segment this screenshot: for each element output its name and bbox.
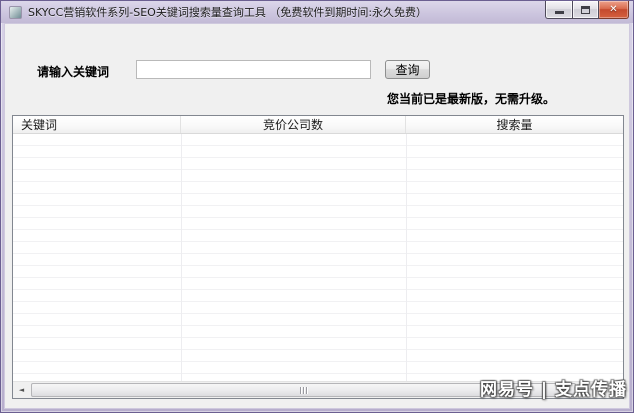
app-window: SKYCC营销软件系列-SEO关键词搜索量查询工具 （免费软件到期时间:永久免费… [0, 0, 634, 413]
column-header-keyword[interactable]: 关键词 [13, 116, 181, 133]
table-body [13, 134, 623, 381]
column-divider [181, 134, 182, 381]
query-button[interactable]: 查询 [385, 60, 430, 79]
window-controls: ✕ [545, 1, 629, 19]
window-title: SKYCC营销软件系列-SEO关键词搜索量查询工具 （免费软件到期时间:永久免费… [28, 6, 428, 19]
client-area: 请输入关键词 查询 您当前已是最新版，无需升级。 关键词 竞价公司数 搜索量 ◄ [4, 23, 630, 409]
watermark: 网易号 | 支点传播 [479, 380, 627, 400]
column-divider [406, 134, 407, 381]
results-table[interactable]: 关键词 竞价公司数 搜索量 ◄ ► [12, 115, 624, 399]
table-header: 关键词 竞价公司数 搜索量 [13, 116, 623, 134]
scrollbar-grip-icon [300, 386, 307, 394]
keyword-label: 请输入关键词 [37, 65, 110, 79]
minimize-button[interactable] [545, 1, 573, 19]
app-icon [9, 5, 22, 19]
update-status-text: 您当前已是最新版，无需升级。 [387, 92, 556, 106]
column-header-bidding-companies[interactable]: 竞价公司数 [181, 116, 406, 133]
scroll-left-arrow[interactable]: ◄ [13, 382, 30, 398]
maximize-icon [581, 5, 590, 14]
maximize-button[interactable] [573, 1, 599, 19]
minimize-icon [554, 11, 564, 14]
column-header-search-volume[interactable]: 搜索量 [406, 116, 623, 133]
close-button[interactable]: ✕ [599, 1, 629, 19]
titlebar[interactable]: SKYCC营销软件系列-SEO关键词搜索量查询工具 （免费软件到期时间:永久免费… [1, 1, 633, 23]
keyword-input[interactable] [136, 60, 371, 79]
close-icon: ✕ [609, 3, 618, 15]
